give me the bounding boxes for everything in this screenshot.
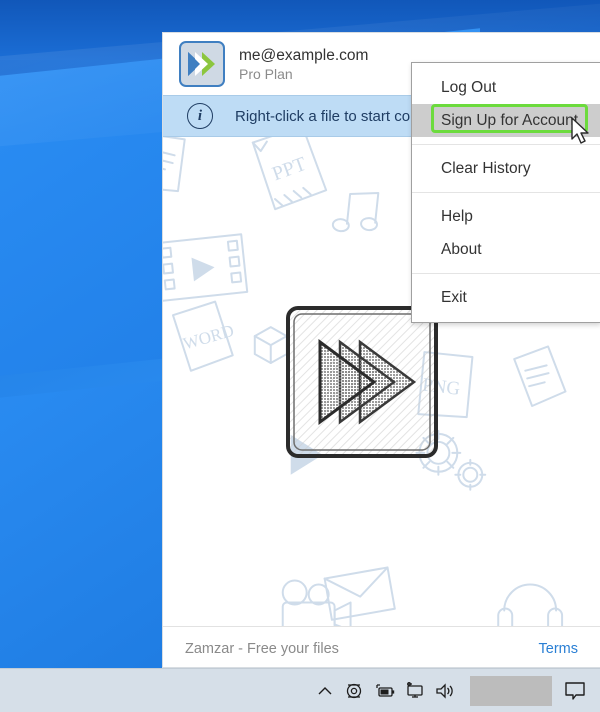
battery-icon[interactable]	[370, 669, 400, 712]
info-circle-icon: i	[187, 103, 213, 129]
clock-redacted-block[interactable]	[470, 675, 552, 706]
menu-separator	[412, 273, 600, 274]
account-info: me@example.com Pro Plan	[239, 46, 368, 83]
menu-item-help[interactable]: Help	[412, 200, 600, 233]
network-monitor-icon[interactable]	[400, 669, 430, 712]
svg-text:PPT: PPT	[269, 153, 309, 185]
app-footer: Zamzar - Free your files Terms	[163, 626, 600, 667]
webcam-icon[interactable]	[340, 669, 370, 712]
menu-separator	[412, 192, 600, 193]
volume-speaker-icon[interactable]	[430, 669, 460, 712]
menu-item-log-out[interactable]: Log Out	[412, 71, 600, 104]
zamzar-double-chevron-icon	[179, 41, 225, 87]
terms-link[interactable]: Terms	[539, 641, 578, 657]
info-banner-message: Right-click a file to start con	[235, 107, 419, 125]
menu-item-exit[interactable]: Exit	[412, 281, 600, 314]
windows-taskbar	[0, 668, 600, 712]
menu-item-sign-up-for-account[interactable]: Sign Up for Account	[412, 104, 600, 137]
account-email: me@example.com	[239, 46, 369, 64]
action-center-icon[interactable]	[558, 669, 592, 712]
menu-item-about[interactable]: About	[412, 233, 600, 266]
footer-tagline: Zamzar - Free your files	[185, 640, 339, 657]
screen: me@example.com Pro Plan i Right-click a …	[0, 0, 600, 712]
account-plan: Pro Plan	[239, 65, 293, 82]
account-context-menu[interactable]: Log Out Sign Up for Account Clear Histor…	[411, 62, 600, 323]
wallpaper-pane-bottom-left	[0, 379, 170, 670]
show-hidden-icons-chevron-icon[interactable]	[310, 669, 340, 712]
sketch-fast-forward-logo	[285, 305, 438, 458]
svg-text:WORD: WORD	[181, 321, 236, 354]
menu-item-clear-history[interactable]: Clear History	[412, 152, 600, 185]
menu-separator	[412, 144, 600, 145]
